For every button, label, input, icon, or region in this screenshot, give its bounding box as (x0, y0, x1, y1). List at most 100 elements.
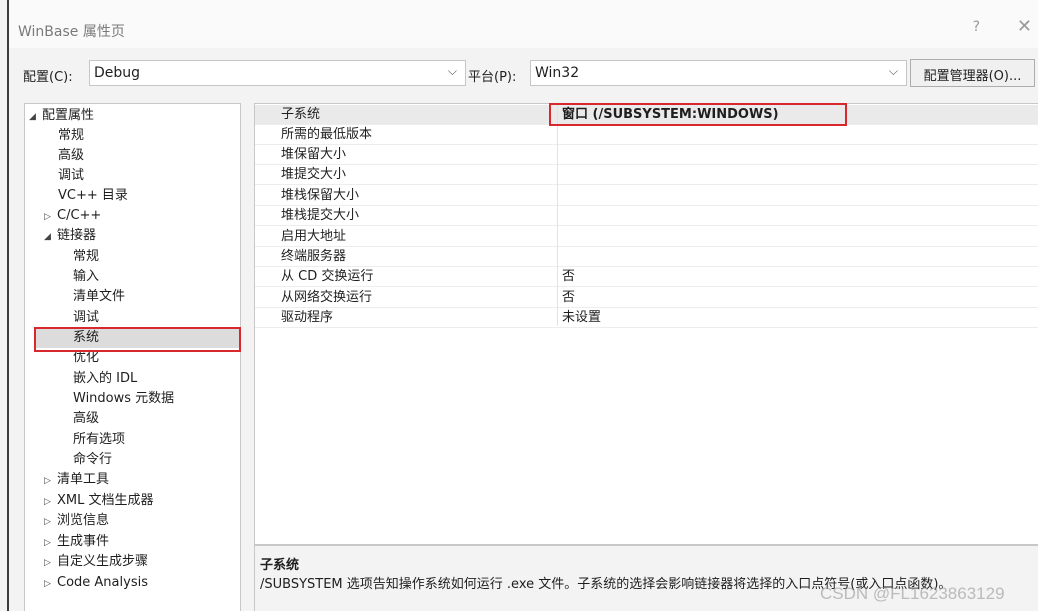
tree-item-label: C/C++ (57, 208, 102, 223)
collapse-icon[interactable]: ◢ (44, 227, 57, 247)
property-name: 堆栈保留大小 (281, 188, 360, 203)
expand-icon[interactable]: ▷ (44, 574, 57, 594)
tree-item-label: 优化 (73, 350, 100, 365)
tree-item-linker[interactable]: ◢ 链接器 (44, 226, 96, 246)
tree-item-label: 所有选项 (73, 432, 126, 447)
tree-item-advanced[interactable]: 高级 (58, 146, 84, 166)
property-name: 启用大地址 (281, 229, 347, 244)
property-name: 堆栈提交大小 (281, 208, 360, 223)
tree-item-label: 链接器 (57, 228, 97, 243)
tree-item-debugging[interactable]: 调试 (58, 166, 84, 186)
property-row[interactable]: 堆栈保留大小 (255, 186, 1038, 206)
tree-item-custom-build-step[interactable]: ▷ 自定义生成步骤 (44, 552, 148, 572)
property-value[interactable]: 否 (562, 267, 575, 287)
property-name: 从网络交换运行 (281, 290, 373, 305)
property-row[interactable]: 所需的最低版本 (255, 125, 1038, 145)
tree-item-linker-optimization[interactable]: 优化 (73, 348, 99, 368)
tree-item-label: Code Analysis (57, 575, 148, 590)
tree-item-label: 配置属性 (42, 108, 95, 123)
watermark: CSDN @FL1623863129 (820, 584, 1005, 603)
expand-icon[interactable]: ▷ (44, 207, 57, 227)
tree-item-label: 嵌入的 IDL (73, 371, 138, 386)
config-toolbar: 配置(C): Debug ⌵ 平台(P): Win32 ⌵ 配置管理器(O)..… (9, 48, 1038, 100)
chevron-down-icon: ⌵ (888, 64, 898, 78)
property-grid: 子系统 窗口 (/SUBSYSTEM:WINDOWS) 所需的最低版本 堆保留大小… (254, 103, 1038, 545)
property-row[interactable]: 从网络交换运行 否 (255, 288, 1038, 308)
tree-item-linker-advanced[interactable]: 高级 (73, 409, 99, 429)
property-row[interactable]: 堆栈提交大小 (255, 206, 1038, 226)
window-title: WinBase 属性页 (18, 24, 125, 40)
property-row[interactable]: 从 CD 交换运行 否 (255, 267, 1038, 287)
tree-item-vc-directories[interactable]: VC++ 目录 (58, 186, 128, 206)
property-row[interactable]: 堆保留大小 (255, 145, 1038, 165)
tree-item-linker-all-options[interactable]: 所有选项 (73, 430, 125, 450)
tree-item-label: 清单文件 (73, 289, 126, 304)
tree-item-linker-general[interactable]: 常规 (73, 247, 99, 267)
expand-icon[interactable]: ▷ (44, 471, 57, 491)
property-tree: ◢ 配置属性 常规 高级 调试 VC++ 目录 ▷ C/C++ ◢ 链接器 常规 输入… (24, 103, 241, 611)
property-value[interactable]: 未设置 (562, 308, 601, 328)
tree-item-linker-debugging[interactable]: 调试 (73, 308, 99, 328)
tree-item-label: Windows 元数据 (73, 391, 175, 406)
expand-icon[interactable]: ▷ (44, 533, 57, 553)
tree-item-code-analysis[interactable]: ▷ Code Analysis (44, 573, 148, 593)
tree-item-linker-manifest[interactable]: 清单文件 (73, 287, 125, 307)
tree-item-label: 清单工具 (57, 472, 110, 487)
platform-combobox[interactable]: Win32 ⌵ (530, 60, 907, 86)
platform-value: Win32 (535, 65, 580, 81)
help-button[interactable]: ? (973, 19, 980, 35)
tree-item-label: 常规 (73, 249, 100, 264)
property-row[interactable]: 驱动程序 未设置 (255, 308, 1038, 328)
expand-icon[interactable]: ▷ (44, 512, 57, 532)
property-row[interactable]: 堆提交大小 (255, 165, 1038, 185)
property-value[interactable]: 窗口 (/SUBSYSTEM:WINDOWS) (562, 105, 779, 125)
property-name: 堆提交大小 (281, 167, 347, 182)
expand-icon[interactable]: ▷ (44, 492, 57, 512)
tree-item-label: VC++ 目录 (58, 188, 128, 203)
tree-item-build-events[interactable]: ▷ 生成事件 (44, 532, 109, 552)
title-bar: WinBase 属性页 ? ✕ (9, 0, 1038, 48)
expand-icon[interactable]: ◢ (29, 107, 42, 127)
config-manager-button[interactable]: 配置管理器(O)... (910, 59, 1035, 87)
tree-item-linker-system[interactable]: 系统 (35, 328, 240, 348)
property-row[interactable]: 终端服务器 (255, 247, 1038, 267)
tree-item-label: 浏览信息 (57, 513, 110, 528)
tree-item-label: 调试 (73, 310, 100, 325)
tree-item-label: 输入 (73, 269, 100, 284)
tree-item-label: XML 文档生成器 (57, 493, 154, 508)
tree-item-linker-input[interactable]: 输入 (73, 267, 99, 287)
tree-item-linker-windows-metadata[interactable]: Windows 元数据 (73, 389, 174, 409)
config-label: 配置(C): (23, 70, 73, 85)
property-name: 堆保留大小 (281, 147, 347, 162)
property-name: 从 CD 交换运行 (281, 269, 374, 284)
tree-item-label: 命令行 (73, 452, 113, 467)
tree-item-config-properties[interactable]: ◢ 配置属性 (29, 106, 94, 126)
property-row[interactable]: 启用大地址 (255, 227, 1038, 247)
tree-item-manifest-tool[interactable]: ▷ 清单工具 (44, 470, 109, 490)
tree-item-label: 生成事件 (57, 534, 110, 549)
tree-item-linker-command-line[interactable]: 命令行 (73, 450, 112, 470)
property-value[interactable]: 否 (562, 288, 575, 308)
description-title: 子系统 (260, 558, 300, 573)
property-name: 驱动程序 (281, 310, 334, 325)
property-name: 子系统 (281, 107, 321, 122)
platform-label: 平台(P): (468, 70, 517, 85)
property-row[interactable]: 子系统 窗口 (/SUBSYSTEM:WINDOWS) (255, 105, 1038, 125)
tree-item-general[interactable]: 常规 (58, 126, 84, 146)
close-icon[interactable]: ✕ (1017, 16, 1032, 37)
config-value: Debug (94, 65, 141, 81)
tree-item-c-cpp[interactable]: ▷ C/C++ (44, 206, 101, 226)
column-divider[interactable] (557, 104, 558, 326)
tree-item-label: 高级 (58, 148, 85, 163)
tree-item-label: 系统 (73, 330, 100, 345)
tree-item-linker-embedded-idl[interactable]: 嵌入的 IDL (73, 369, 137, 389)
property-name: 终端服务器 (281, 249, 347, 264)
tree-item-browse-info[interactable]: ▷ 浏览信息 (44, 511, 109, 531)
config-combobox[interactable]: Debug ⌵ (89, 60, 466, 86)
tree-item-xml-doc-generator[interactable]: ▷ XML 文档生成器 (44, 491, 154, 511)
tree-item-label: 高级 (73, 411, 100, 426)
property-name: 所需的最低版本 (281, 127, 373, 142)
expand-icon[interactable]: ▷ (44, 553, 57, 573)
tree-item-label: 调试 (58, 168, 85, 183)
tree-item-label: 自定义生成步骤 (57, 554, 149, 569)
